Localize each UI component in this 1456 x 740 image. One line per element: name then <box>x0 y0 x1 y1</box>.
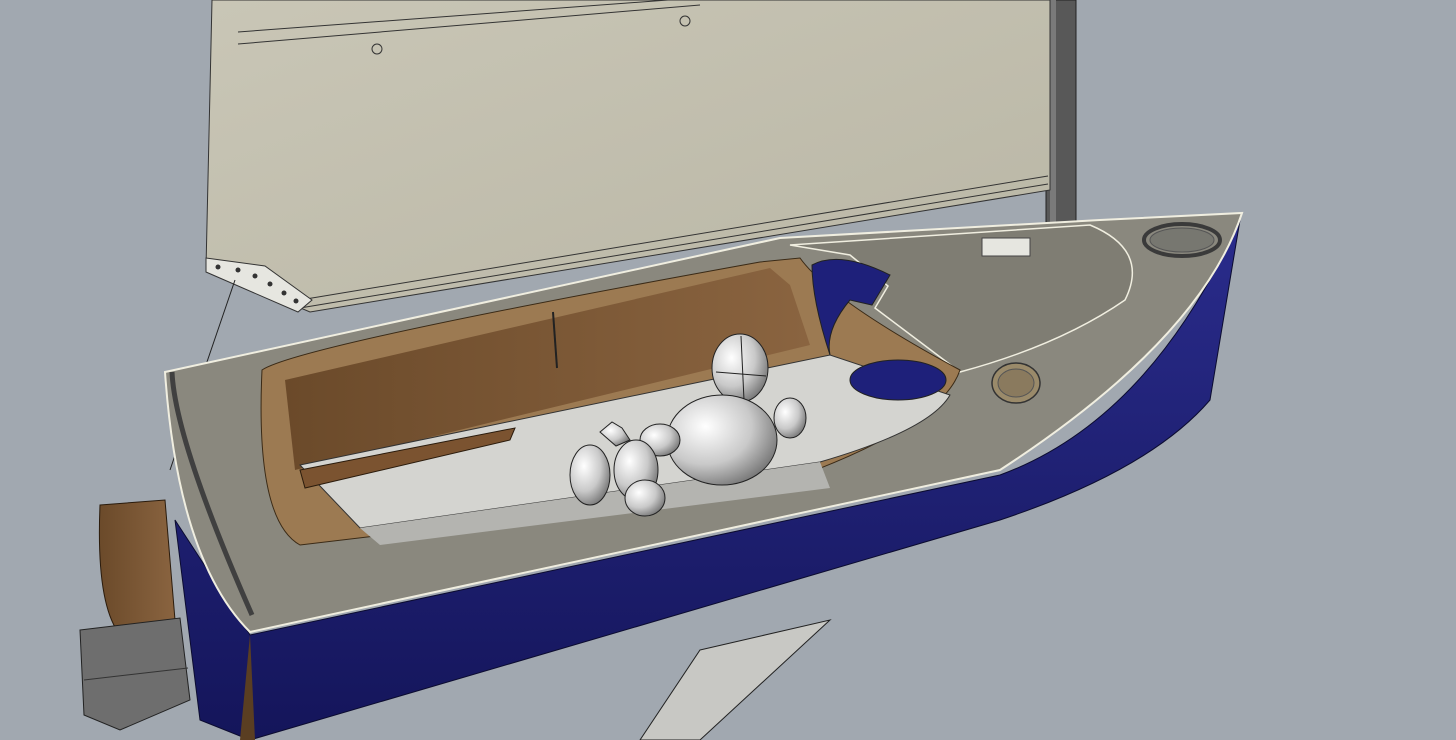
bow-ring <box>1142 222 1222 258</box>
rudder <box>79 499 191 731</box>
inspection-hatch <box>991 362 1041 404</box>
centreboard <box>639 619 832 740</box>
render-viewport <box>0 0 1456 740</box>
dinghy-scene <box>79 0 1244 740</box>
